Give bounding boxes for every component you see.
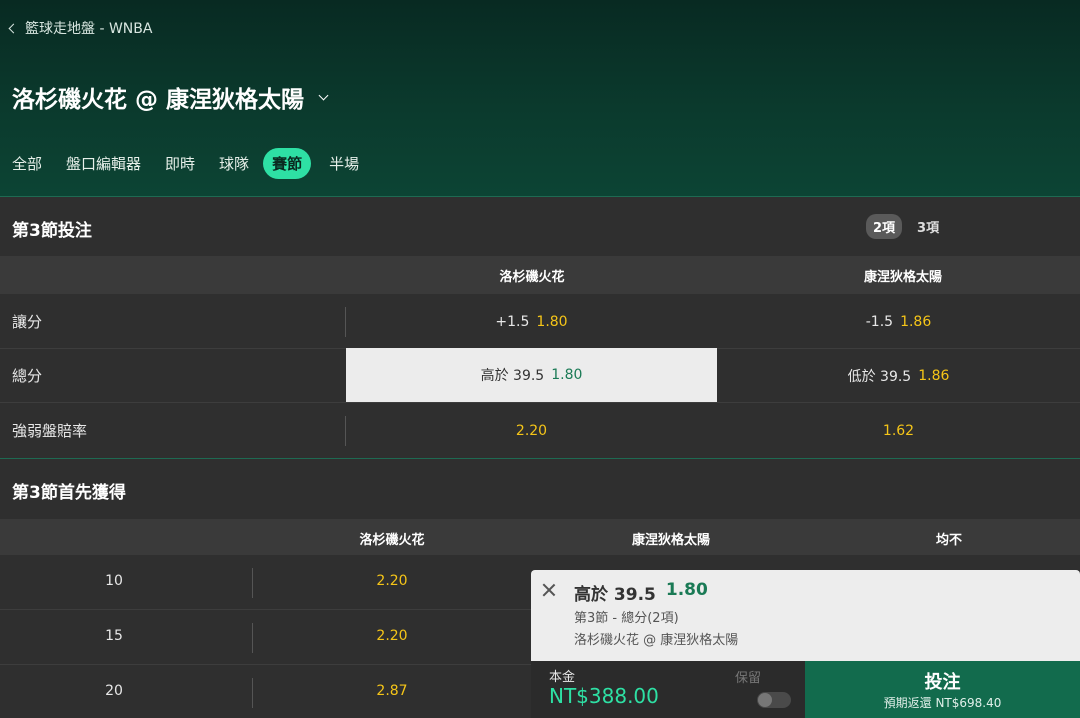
chevron-down-icon [318,90,329,100]
race-points: 15 [105,628,123,644]
column-home-team: 洛杉磯火花 [359,533,425,548]
market-row-spread: 讓分 +1.5 1.80 -1.5 1.86 [0,294,1080,349]
section-title-quarter3-betting: 第3節投注 [12,221,92,241]
divider [252,623,253,653]
odds-line: -1.5 [865,313,894,330]
section-divider [0,458,1080,459]
race-points: 20 [105,683,123,699]
odds-value: 1.62 [882,422,915,439]
column-header: 洛杉磯火花 康涅狄格太陽 [0,256,1080,294]
way-count-toggle: 2項 3項 [866,214,946,239]
expected-return: 預期返還 NT$698.40 [883,696,1002,710]
tab-bet-builder[interactable]: 盤口編輯器 [54,148,153,179]
selection-odds: 1.80 [665,580,708,600]
stake-panel: 本金 NT$388.00 保留 [531,661,805,718]
market-label: 讓分 [12,313,43,331]
divider [252,678,253,708]
column-away-team: 康涅狄格太陽 [631,533,711,548]
column-home-team: 洛杉磯火花 [499,270,565,285]
odds-button[interactable]: 2.20 [346,403,717,458]
market-label: 總分 [12,367,43,385]
odds-value: 1.80 [536,313,568,330]
odds-button[interactable]: 1.62 [717,403,1080,458]
odds-value: 2.20 [515,422,548,439]
odds-button[interactable]: 2.20 [376,573,407,589]
tab-quarters[interactable]: 賽節 [263,148,312,179]
breadcrumb-label: 籃球走地盤 - WNBA [25,21,153,37]
market-label: 強弱盤賠率 [12,422,88,440]
odds-button[interactable]: 2.20 [376,628,407,644]
tab-teams[interactable]: 球隊 [207,148,261,179]
tab-halves[interactable]: 半場 [317,148,371,179]
stake-label: 本金 [549,670,576,685]
column-neither: 均不 [935,533,963,548]
close-icon[interactable] [542,583,556,597]
odds-value: 1.86 [918,367,950,384]
selection-market: 第3節 - 總分(2項) [574,611,679,626]
toggle-knob [758,693,772,707]
place-bet-button[interactable]: 投注 預期返還 NT$698.40 [805,661,1080,718]
odds-button[interactable]: -1.5 1.86 [717,294,1080,349]
place-bet-label: 投注 [924,672,961,693]
odds-value: 1.86 [900,313,932,330]
event-header: 籃球走地盤 - WNBA 洛杉磯火花 @ 康涅狄格太陽 全部 盤口編輯器 即時 … [0,0,1080,197]
selection-summary: 高於 39.5 1.80 [574,580,708,605]
bet-slip-selection: 高於 39.5 1.80 第3節 - 總分(2項) 洛杉磯火花 @ 康涅狄格太陽 [531,570,1080,661]
odds-button[interactable]: 低於 39.5 1.86 [717,348,1080,403]
match-selector[interactable]: 洛杉磯火花 @ 康涅狄格太陽 [12,80,329,114]
bet-slip: 高於 39.5 1.80 第3節 - 總分(2項) 洛杉磯火花 @ 康涅狄格太陽… [531,570,1080,718]
column-header: 洛杉磯火花 康涅狄格太陽 均不 [0,519,1080,555]
count-option-3[interactable]: 3項 [910,214,946,239]
odds-button[interactable]: 2.87 [376,683,407,699]
odds-line: 高於 39.5 [480,368,545,384]
market-row-total: 總分 高於 39.5 1.80 低於 39.5 1.86 [0,348,1080,403]
column-away-team: 康涅狄格太陽 [863,270,943,285]
tab-all[interactable]: 全部 [0,148,54,179]
keep-selection-label: 保留 [735,671,762,686]
race-points: 10 [105,573,123,589]
market-tabs: 全部 盤口編輯器 即時 球隊 賽節 半場 [0,148,371,179]
odds-button-selected[interactable]: 高於 39.5 1.80 [346,348,717,402]
stake-input[interactable]: NT$388.00 [549,684,659,708]
odds-line: 低於 39.5 [847,368,912,385]
chevron-left-icon [8,23,19,33]
odds-value: 1.80 [551,367,583,383]
odds-line: +1.5 [495,313,530,330]
selection-event: 洛杉磯火花 @ 康涅狄格太陽 [574,633,739,648]
odds-button[interactable]: +1.5 1.80 [346,294,717,349]
keep-selection-toggle[interactable] [757,692,791,708]
selection-name: 高於 39.5 [574,585,656,605]
divider [252,568,253,598]
count-option-2[interactable]: 2項 [866,214,903,239]
tab-live[interactable]: 即時 [153,148,207,179]
breadcrumb[interactable]: 籃球走地盤 - WNBA [8,18,153,38]
match-title: 洛杉磯火花 @ 康涅狄格太陽 [12,87,305,113]
section-title-first-to-score: 第3節首先獲得 [12,483,126,503]
market-row-moneyline: 強弱盤賠率 2.20 1.62 [0,403,1080,458]
